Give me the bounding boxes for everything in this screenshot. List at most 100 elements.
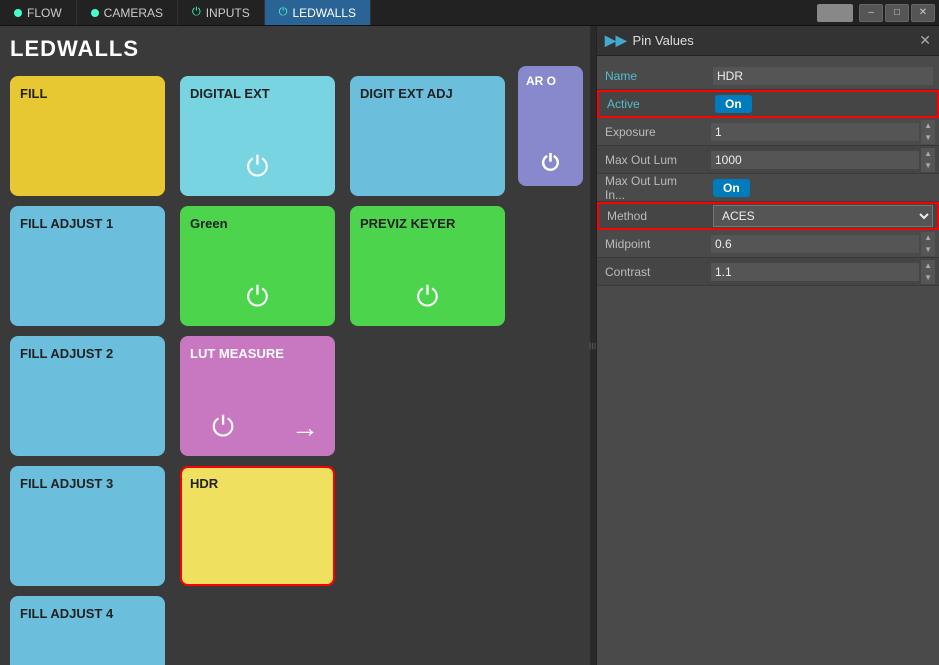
close-button[interactable]: ✕	[911, 4, 935, 22]
contrast-up-icon[interactable]: ▲	[921, 260, 935, 272]
contrast-down-icon[interactable]: ▼	[921, 272, 935, 284]
nav-flow[interactable]: FLOW	[0, 0, 77, 25]
pin-row-name: Name	[597, 62, 939, 90]
node-previz-keyer[interactable]: PREVIZ KEYER ⏻	[350, 206, 505, 326]
node-previz-keyer-label: PREVIZ KEYER	[360, 216, 495, 231]
pin-values-title: Pin Values	[633, 33, 694, 48]
max-out-lum-spinner[interactable]: ▲ ▼	[921, 148, 935, 172]
node-fill-adjust-3[interactable]: FILL ADJUST 3	[10, 466, 165, 586]
nav-ledwalls-label: LEDWALLS	[292, 6, 356, 20]
pin-values-panel: ▶▶ Pin Values ✕ Name Active On Exposu	[596, 26, 939, 665]
nav-inputs[interactable]: ⏻ INPUTS	[178, 0, 265, 25]
node-green[interactable]: Green ⏻	[180, 206, 335, 326]
nav-cameras-label: CAMERAS	[104, 6, 163, 20]
pin-input-max-out-lum[interactable]	[711, 151, 919, 169]
lut-arrow-icon: →	[291, 412, 319, 444]
pin-value-active: On	[709, 95, 937, 113]
ar-card-label: AR O	[526, 74, 556, 88]
exposure-up-icon[interactable]: ▲	[921, 120, 935, 132]
lut-power-icon: ⏻	[212, 411, 234, 444]
cameras-dot-icon	[91, 9, 99, 17]
pin-input-exposure[interactable]	[711, 123, 919, 141]
nav-flow-label: FLOW	[27, 6, 62, 20]
pin-label-name: Name	[597, 69, 707, 83]
pin-arrows-icon: ▶▶	[605, 32, 627, 49]
green-power-icon: ⏻	[246, 281, 268, 314]
pin-value-max-out-lum-in: On	[707, 179, 939, 197]
pin-row-contrast: Contrast ▲ ▼	[597, 258, 939, 286]
pin-row-active: Active On	[597, 90, 939, 118]
midpoint-up-icon[interactable]: ▲	[921, 232, 935, 244]
ledwalls-title: LEDWALLS	[10, 36, 580, 62]
pin-row-method: Method ACES Reinhard Filmic	[597, 202, 939, 230]
previz-power-icon: ⏻	[416, 281, 438, 314]
node-hdr[interactable]: HDR	[180, 466, 335, 586]
nodes-grid: FILL DIGITAL EXT ⏻ DIGIT EXT ADJ FILL AD…	[10, 76, 580, 665]
pin-value-midpoint: ▲ ▼	[707, 232, 939, 256]
node-lut-measure[interactable]: LUT MEASURE ⏻ →	[180, 336, 335, 456]
node-green-label: Green	[190, 216, 325, 231]
node-fill-adjust-2[interactable]: FILL ADJUST 2	[10, 336, 165, 456]
maximize-button[interactable]: □	[885, 4, 909, 22]
contrast-spinner[interactable]: ▲ ▼	[921, 260, 935, 284]
pin-label-max-out-lum-in: Max Out Lum In...	[597, 174, 707, 202]
pin-input-midpoint[interactable]	[711, 235, 919, 253]
topbar: FLOW CAMERAS ⏻ INPUTS ⏻ LEDWALLS – □ ✕	[0, 0, 939, 26]
pin-input-contrast[interactable]	[711, 263, 919, 281]
window-controls: – □ ✕	[817, 4, 939, 22]
node-fill-label: FILL	[20, 86, 155, 101]
pin-close-button[interactable]: ✕	[919, 32, 931, 49]
flow-dot-icon	[14, 9, 22, 17]
pin-values-header: ▶▶ Pin Values ✕	[597, 26, 939, 56]
node-fill-adjust-1[interactable]: FILL ADJUST 1	[10, 206, 165, 326]
ledwalls-power-icon: ⏻	[279, 6, 288, 19]
pin-row-exposure: Exposure ▲ ▼	[597, 118, 939, 146]
node-digit-ext-adj-label: DIGIT EXT ADJ	[360, 86, 495, 101]
nav-inputs-label: INPUTS	[206, 6, 250, 20]
inputs-power-icon: ⏻	[192, 6, 201, 19]
exposure-down-icon[interactable]: ▼	[921, 132, 935, 144]
node-hdr-label: HDR	[190, 476, 325, 491]
ledwalls-panel: LEDWALLS FILL DIGITAL EXT ⏻ DIGIT EXT AD…	[0, 26, 590, 665]
pin-input-name[interactable]	[713, 67, 933, 85]
nav-cameras[interactable]: CAMERAS	[77, 0, 178, 25]
midpoint-down-icon[interactable]: ▼	[921, 244, 935, 256]
main-container: LEDWALLS FILL DIGITAL EXT ⏻ DIGIT EXT AD…	[0, 26, 939, 665]
pin-label-max-out-lum: Max Out Lum	[597, 153, 707, 167]
pin-value-name	[707, 67, 939, 85]
max-out-lum-down-icon[interactable]: ▼	[921, 160, 935, 172]
node-lut-measure-label: LUT MEASURE	[190, 346, 325, 361]
pin-label-exposure: Exposure	[597, 125, 707, 139]
pin-values-rows: Name Active On Exposure ▲ ▼	[597, 56, 939, 292]
exposure-spinner[interactable]: ▲ ▼	[921, 120, 935, 144]
power-icon: ⏻	[246, 151, 268, 184]
node-fill-adjust-3-label: FILL ADJUST 3	[20, 476, 155, 491]
max-out-lum-in-toggle-button[interactable]: On	[713, 179, 750, 197]
node-digital-ext[interactable]: DIGITAL EXT ⏻	[180, 76, 335, 196]
node-fill-adjust-4[interactable]: FILL ADJUST 4	[10, 596, 165, 665]
node-digital-ext-label: DIGITAL EXT	[190, 86, 325, 101]
pin-value-method: ACES Reinhard Filmic	[709, 205, 937, 227]
thumbnail	[817, 4, 853, 22]
node-digit-ext-adj[interactable]: DIGIT EXT ADJ	[350, 76, 505, 196]
nav-ledwalls[interactable]: ⏻ LEDWALLS	[265, 0, 371, 25]
ar-card[interactable]: AR O ⏻	[518, 66, 583, 186]
pin-label-midpoint: Midpoint	[597, 237, 707, 251]
pin-value-contrast: ▲ ▼	[707, 260, 939, 284]
pin-row-max-out-lum-in: Max Out Lum In... On	[597, 174, 939, 202]
pin-value-max-out-lum: ▲ ▼	[707, 148, 939, 172]
pin-row-max-out-lum: Max Out Lum ▲ ▼	[597, 146, 939, 174]
node-fill[interactable]: FILL	[10, 76, 165, 196]
max-out-lum-up-icon[interactable]: ▲	[921, 148, 935, 160]
minimize-button[interactable]: –	[859, 4, 883, 22]
pin-row-midpoint: Midpoint ▲ ▼	[597, 230, 939, 258]
method-select[interactable]: ACES Reinhard Filmic	[713, 205, 933, 227]
pin-label-contrast: Contrast	[597, 265, 707, 279]
node-fill-adjust-1-label: FILL ADJUST 1	[20, 216, 155, 231]
pin-value-exposure: ▲ ▼	[707, 120, 939, 144]
midpoint-spinner[interactable]: ▲ ▼	[921, 232, 935, 256]
node-fill-adjust-2-label: FILL ADJUST 2	[20, 346, 155, 361]
pin-label-method: Method	[599, 209, 709, 223]
active-toggle-button[interactable]: On	[715, 95, 752, 113]
node-fill-adjust-4-label: FILL ADJUST 4	[20, 606, 155, 621]
